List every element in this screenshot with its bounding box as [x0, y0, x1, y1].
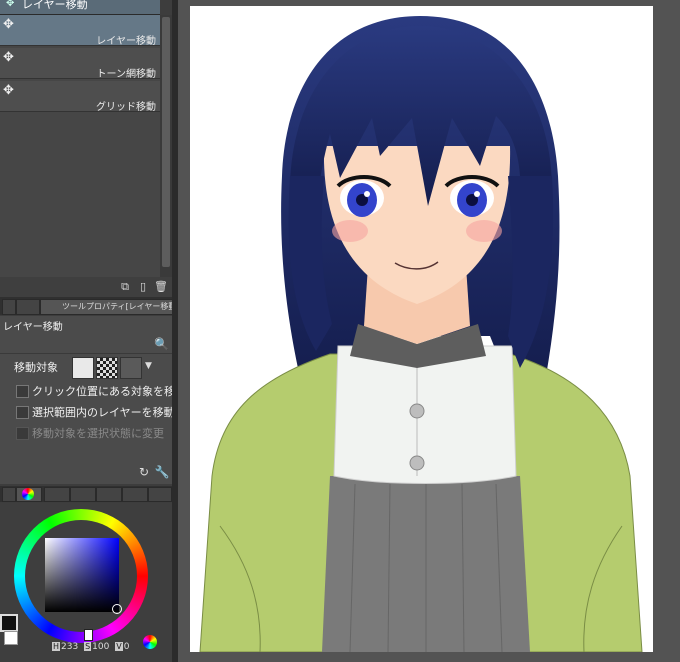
subtool-item-grid-move[interactable]: ✥ グリッド移動: [0, 81, 160, 113]
checkbox[interactable]: [16, 406, 29, 419]
subtool-item-label: トーン網移動: [96, 69, 157, 80]
main-color-swatch[interactable]: [0, 614, 18, 632]
sub-color-swatch[interactable]: [4, 631, 18, 645]
move-target-label: 移動対象: [14, 361, 58, 374]
v-key: V: [115, 642, 123, 651]
subtool-header-label: レイヤー移動: [22, 0, 88, 11]
h-value: 233: [61, 642, 79, 652]
new-subtool-icon[interactable]: ▯: [136, 280, 150, 294]
subtool-list: ✥ レイヤー移動 ✥ トーン網移動 ✥ グリッド移動: [0, 15, 160, 277]
divider: [0, 353, 172, 354]
subtool-item-label: グリッド移動: [96, 102, 156, 113]
subtool-item-layer-move[interactable]: ✥ レイヤー移動: [0, 15, 160, 47]
hsv-readout: H 233 S 100 V0: [52, 642, 132, 652]
h-key: H: [52, 642, 61, 651]
color-mode-icon[interactable]: [143, 635, 157, 649]
shirt: [333, 345, 517, 484]
tab-brush-size[interactable]: [16, 299, 40, 315]
target-tone-button[interactable]: [96, 357, 118, 379]
color-wheel-panel: H 233 S 100 V0: [0, 503, 172, 662]
subtool-header: ✥ レイヤー移動: [0, 0, 160, 15]
tab-approximate-color[interactable]: [122, 487, 148, 502]
subtool-scrollbar-thumb[interactable]: [162, 17, 170, 267]
move-cursor-icon: ✥: [3, 83, 14, 98]
magnifier-icon[interactable]: 🔍: [154, 336, 170, 352]
tool-property-tabbar: ツールプロパティ[レイヤー移動]: [0, 297, 180, 315]
shirt-button: [409, 403, 425, 419]
s-key: S: [84, 642, 92, 651]
checkbox: [16, 427, 29, 440]
s-value: 100: [92, 642, 110, 652]
tool-name: レイヤー移動: [3, 322, 63, 333]
sv-cursor[interactable]: [112, 604, 122, 614]
wrench-icon[interactable]: 🔧: [154, 464, 170, 480]
hue-marker[interactable]: [84, 629, 93, 641]
character-illustration: [199, 16, 643, 652]
chevron-down-icon[interactable]: ▼: [145, 361, 152, 371]
canvas-area[interactable]: [178, 0, 680, 662]
tool-property-panel: レイヤー移動 🔍 移動対象 ▼ クリック位置にある対象を移動 選択範囲内のレイヤ…: [0, 316, 186, 484]
checkbox[interactable]: [16, 385, 29, 398]
v-value: 0: [123, 642, 130, 652]
move-cursor-icon: ✥: [3, 17, 14, 32]
color-wheel-icon: [22, 488, 34, 500]
copy-subtool-icon[interactable]: ⧉: [118, 280, 132, 294]
target-layer-button[interactable]: [72, 357, 94, 379]
option-label: 選択範囲内のレイヤーを移動: [32, 406, 175, 419]
reset-icon[interactable]: ↻: [136, 464, 152, 480]
panel-menu-icon[interactable]: [2, 299, 16, 315]
subtool-item-tone-move[interactable]: ✥ トーン網移動: [0, 48, 160, 80]
saturation-value-square[interactable]: [45, 538, 119, 612]
tab-color-slider[interactable]: [44, 487, 70, 502]
subtool-footer: ⧉ ▯ 🗑: [0, 277, 172, 297]
left-dock: ✥ レイヤー移動 ✥ レイヤー移動 ✥ トーン網移動 ✥ グリッド移動 ⧉ ▯ …: [0, 0, 186, 662]
shirt-button: [409, 455, 425, 471]
subtool-item-label: レイヤー移動: [96, 36, 156, 47]
tool-property-tab-title: ツールプロパティ[レイヤー移動]: [62, 302, 180, 311]
move-cursor-icon: ✥: [6, 0, 15, 9]
left-eye-highlight: [364, 191, 370, 197]
color-panel-tabbar: [0, 486, 172, 502]
right-eye-highlight: [474, 191, 480, 197]
tab-intermediate-color[interactable]: [96, 487, 122, 502]
delete-subtool-icon[interactable]: 🗑: [154, 280, 168, 294]
right-blush: [466, 220, 502, 242]
tab-color-history[interactable]: [148, 487, 172, 502]
move-cursor-icon: ✥: [3, 50, 14, 65]
tab-color-set[interactable]: [70, 487, 96, 502]
option-label: クリック位置にある対象を移動: [32, 385, 186, 398]
tab-color-wheel[interactable]: [16, 487, 42, 502]
option-label: 移動対象を選択状態に変更: [32, 427, 164, 440]
left-blush: [332, 220, 368, 242]
target-grid-button[interactable]: [120, 357, 142, 379]
panel-menu-icon[interactable]: [2, 487, 16, 502]
canvas-page[interactable]: [190, 6, 653, 652]
